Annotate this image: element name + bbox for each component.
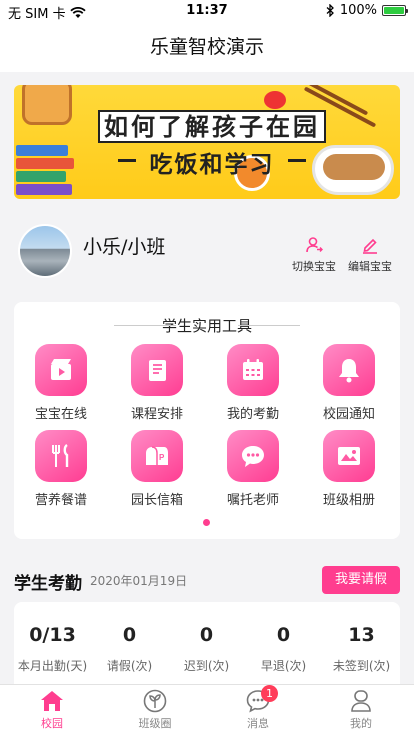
tool-school-notice[interactable]: 校园通知 [309, 344, 389, 422]
tool-message-teacher[interactable]: 嘱托老师 [213, 430, 293, 508]
tab-mine[interactable]: 我的 [321, 689, 401, 731]
stat-value: 0 [276, 624, 291, 646]
tool-label: 课程安排 [130, 407, 183, 422]
stat-value: 0 [122, 624, 137, 646]
chat-icon [242, 446, 264, 467]
cutlery-icon [52, 444, 69, 467]
tab-label: 我的 [350, 717, 372, 730]
tool-course-schedule[interactable]: 课程安排 [117, 344, 197, 422]
attendance-header: 学生考勤 2020年01月19日 我要请假 [14, 566, 400, 596]
switch-child-button[interactable]: 切换宝宝 [284, 236, 344, 274]
svg-text:P: P [159, 453, 165, 462]
stat-label: 早退(次) [260, 659, 307, 673]
tab-label: 班级圈 [138, 717, 172, 730]
calendar-icon [243, 359, 263, 380]
stat-label: 未签到(次) [332, 659, 391, 673]
banner-subheadline: 吃饭和学习 [118, 145, 306, 178]
tab-campus[interactable]: 校园 [12, 689, 92, 731]
stat-value: 13 [348, 624, 375, 646]
edit-child-label: 编辑宝宝 [348, 260, 392, 273]
attendance-title: 学生考勤 [14, 574, 82, 594]
tab-label: 消息 [247, 717, 269, 730]
battery-percent: 100% [339, 3, 377, 18]
avatar[interactable] [18, 224, 72, 278]
tool-nutrition-menu[interactable]: 营养餐谱 [21, 430, 101, 508]
books-illustration [16, 145, 76, 195]
bottom-tab-bar: 校园 班级圈 1 消息 我的 [0, 684, 414, 736]
tool-label: 嘱托老师 [226, 493, 279, 508]
sprout-icon [143, 689, 167, 713]
child-profile: 小乐/小班 切换宝宝 编辑宝宝 [0, 210, 414, 292]
tab-label: 校园 [41, 717, 63, 730]
tool-label: 园长信箱 [130, 493, 183, 508]
stat-value: 0 [199, 624, 214, 646]
tool-label: 校园通知 [322, 407, 375, 422]
attendance-stats-card: 0/13 本月出勤(天) 0 请假(次) 0 迟到(次) 0 早退(次) 13 … [14, 602, 400, 684]
switch-child-label: 切换宝宝 [292, 260, 336, 273]
stat-early-leave: 0 早退(次) [245, 624, 322, 674]
stat-late: 0 迟到(次) [168, 624, 245, 674]
tool-my-attendance[interactable]: 我的考勤 [213, 344, 293, 422]
status-right: 100% [326, 3, 408, 18]
noodle-bowl-illustration [312, 145, 394, 195]
tab-class-circle[interactable]: 班级圈 [115, 689, 195, 731]
tool-principal-mailbox[interactable]: P 园长信箱 [117, 430, 197, 508]
tool-class-album[interactable]: 班级相册 [309, 430, 389, 508]
page-title: 乐童智校演示 [0, 22, 414, 72]
stat-value: 0/13 [29, 624, 76, 646]
backpack-illustration [22, 85, 72, 125]
stat-label: 本月出勤(天) [17, 659, 88, 673]
bell-icon [339, 359, 359, 383]
tool-baby-online[interactable]: 宝宝在线 [21, 344, 101, 422]
edit-icon [363, 238, 377, 254]
stat-label: 请假(次) [106, 659, 153, 673]
home-icon [41, 691, 63, 711]
stat-not-signed-in: 13 未签到(次) [323, 624, 400, 674]
tools-title: 学生实用工具 [14, 315, 400, 336]
video-icon [51, 359, 71, 380]
tool-label: 宝宝在线 [34, 407, 87, 422]
banner-headline: 如何了解孩子在园 [94, 107, 330, 143]
page-indicator-dot [203, 519, 210, 526]
student-tools-card: 学生实用工具 宝宝在线 课程安排 我的考勤 校园通知 营养餐谱 P 园长信箱 嘱… [14, 302, 400, 539]
stat-monthly-attendance: 0/13 本月出勤(天) [14, 624, 91, 674]
unread-badge: 1 [261, 685, 278, 702]
stat-leave: 0 请假(次) [91, 624, 168, 674]
mailbox-icon: P [146, 446, 168, 465]
attendance-date: 2020年01月19日 [90, 574, 188, 588]
bluetooth-icon [326, 4, 334, 17]
child-name: 小乐/小班 [83, 236, 166, 258]
battery-icon [382, 5, 408, 16]
edit-child-button[interactable]: 编辑宝宝 [340, 236, 400, 274]
promo-banner[interactable]: 如何了解孩子在园 吃饭和学习 [14, 85, 400, 199]
tab-messages[interactable]: 1 消息 [218, 685, 298, 731]
request-leave-button[interactable]: 我要请假 [322, 566, 400, 594]
profile-icon [351, 690, 371, 712]
tool-label: 我的考勤 [226, 407, 279, 422]
book-icon [149, 360, 166, 381]
tool-label: 班级相册 [322, 493, 375, 508]
switch-user-icon [306, 237, 323, 253]
status-bar: 无 SIM 卡 11:37 100% [0, 0, 414, 22]
photo-icon [338, 447, 360, 465]
tool-label: 营养餐谱 [34, 493, 87, 508]
stat-label: 迟到(次) [183, 659, 230, 673]
